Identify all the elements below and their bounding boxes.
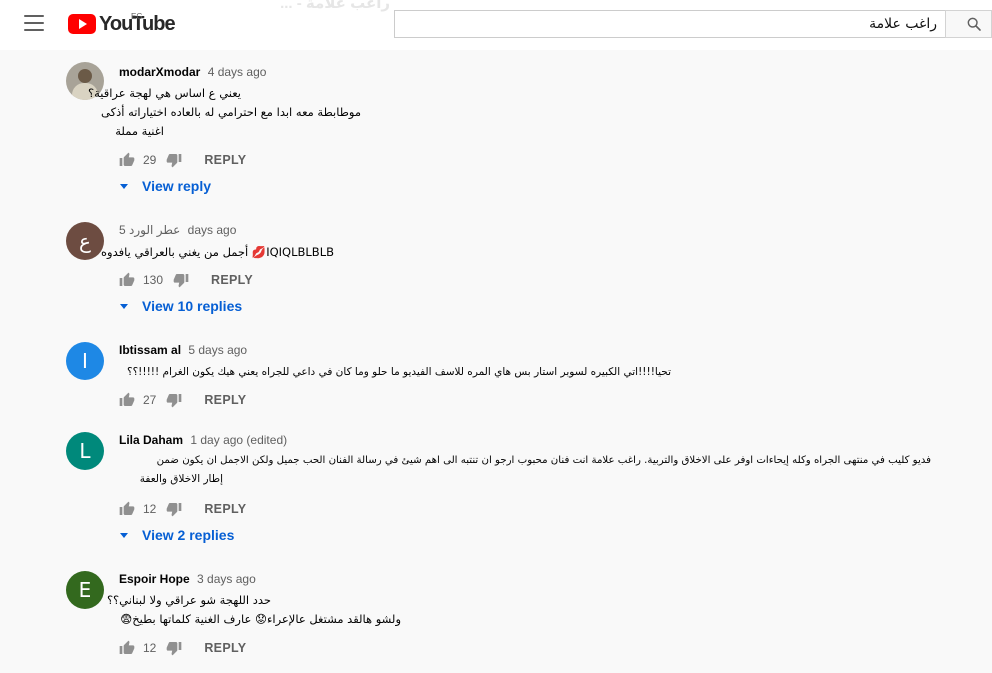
hamburger-menu-icon[interactable] — [24, 15, 44, 31]
view-replies-label: View reply — [142, 178, 212, 194]
comment-time[interactable]: 1 day ago (edited) — [190, 433, 287, 447]
like-count: 12 — [143, 502, 157, 516]
view-replies-button[interactable]: View 10 replies — [119, 298, 242, 314]
avatar[interactable]: I — [66, 342, 104, 380]
logo-country-code: EG — [131, 12, 143, 21]
youtube-play-icon — [68, 14, 96, 34]
like-icon[interactable] — [119, 501, 135, 517]
masthead: راغب علامة - ... YouTube EG — [0, 0, 992, 50]
like-count: 29 — [143, 153, 157, 167]
avatar[interactable]: L — [66, 432, 104, 470]
comment-line: IQIQLBLBLB💋 أجمل من يغني بالعراقي يافدوه — [101, 245, 334, 259]
avatar[interactable]: ع — [66, 222, 104, 260]
comment-text: تحيا!!!!اتي الكبيره لسوبر استار بس هاي ا… — [119, 363, 939, 382]
like-icon[interactable] — [119, 272, 135, 288]
reply-button[interactable]: REPLY — [204, 641, 246, 655]
avatar[interactable]: E — [66, 571, 104, 609]
search-input[interactable] — [394, 10, 945, 38]
caret-down-icon — [120, 532, 128, 538]
comment-actions: 27 REPLY — [119, 390, 246, 410]
comment-header: Lila Daham 1 day ago (edited) — [119, 432, 287, 448]
reply-button[interactable]: REPLY — [204, 502, 246, 516]
comment-actions: 12 REPLY — [119, 499, 246, 519]
comment-actions: 130 REPLY — [119, 270, 253, 290]
comment-text: يعني ع اساس هي لهجة عراقية؟ موطابطة معه … — [88, 84, 939, 141]
comment-author[interactable]: Espoir Hope — [119, 572, 190, 586]
comment-text: IQIQLBLBLB💋 أجمل من يغني بالعراقي يافدوه — [101, 243, 939, 262]
comment-line: حدد اللهجة شو عراقي ولا لبناني؟؟ — [106, 593, 271, 607]
youtube-logo[interactable]: YouTube — [68, 12, 176, 36]
dislike-icon[interactable] — [166, 152, 182, 168]
comment-line: تحيا!!!!اتي الكبيره لسوبر استار بس هاي ا… — [127, 366, 671, 378]
caret-down-icon — [120, 303, 128, 309]
search-icon — [967, 17, 981, 31]
comment-author[interactable]: عطر الورد — [129, 223, 180, 237]
view-replies-label: View 10 replies — [142, 298, 243, 314]
like-icon[interactable] — [119, 152, 135, 168]
comment-line: ولشو هالقد مشتغل عالإعراء😟 عارف الغنية ك… — [120, 612, 401, 626]
view-replies-button[interactable]: View 2 replies — [119, 527, 234, 543]
view-replies-label: View 2 replies — [142, 527, 235, 543]
ghost-video-title: راغب علامة - ... — [280, 0, 390, 12]
comment-header: Espoir Hope 3 days ago — [119, 571, 256, 587]
comment-author[interactable]: Ibtissam al — [119, 343, 181, 357]
comment-actions: 29 REPLY — [119, 150, 246, 170]
comment-line: موطابطة معه ابدا مع احترامي له بالعاده ا… — [101, 105, 361, 119]
dislike-icon[interactable] — [173, 272, 189, 288]
like-count: 12 — [143, 641, 157, 655]
comment-time[interactable]: 3 days ago — [197, 572, 256, 586]
reply-button[interactable]: REPLY — [204, 393, 246, 407]
dislike-icon[interactable] — [166, 501, 182, 517]
comment-header: modarXmodar 4 days ago — [119, 64, 266, 80]
comment-line: إطار الاخلاق والعفة — [139, 473, 223, 485]
comment-author[interactable]: Lila Daham — [119, 433, 183, 447]
comment-line: اغنية مملة — [115, 124, 164, 138]
like-count: 27 — [143, 393, 157, 407]
like-icon[interactable] — [119, 392, 135, 408]
comment-header: Ibtissam al 5 days ago — [119, 342, 247, 358]
like-icon[interactable] — [119, 640, 135, 656]
search-button[interactable] — [945, 10, 992, 38]
comment-text: فديو كليب في منتهى الجراه وكله إيحاءات ا… — [119, 451, 939, 489]
comment-author[interactable]: modarXmodar — [119, 65, 200, 79]
comment-time[interactable]: 4 days ago — [208, 65, 267, 79]
comment-line: يعني ع اساس هي لهجة عراقية؟ — [88, 86, 241, 100]
reply-button[interactable]: REPLY — [204, 153, 246, 167]
reply-button[interactable]: REPLY — [211, 273, 253, 287]
comment-time[interactable]: 5 days ago — [188, 343, 247, 357]
comment-header: عطر الورد 5 days ago — [119, 222, 236, 238]
like-count: 130 — [143, 273, 164, 287]
dislike-icon[interactable] — [166, 392, 182, 408]
dislike-icon[interactable] — [166, 640, 182, 656]
caret-down-icon — [120, 183, 128, 189]
comment-actions: 12 REPLY — [119, 638, 246, 658]
comment-text: حدد اللهجة شو عراقي ولا لبناني؟؟ ولشو ها… — [106, 591, 939, 629]
comment-line: فديو كليب في منتهى الجراه وكله إيحاءات ا… — [156, 455, 931, 466]
view-replies-button[interactable]: View reply — [119, 178, 211, 194]
